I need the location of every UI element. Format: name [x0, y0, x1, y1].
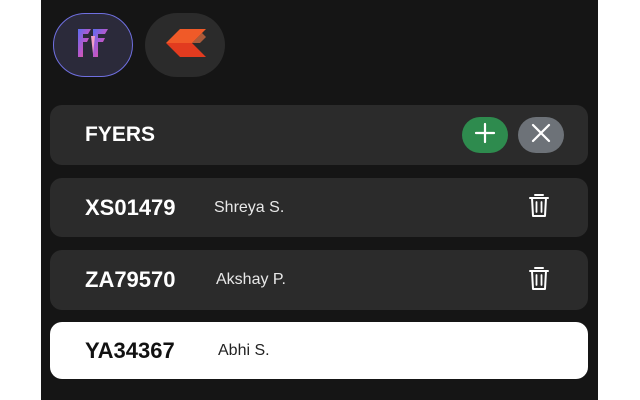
account-row-selected[interactable]: YA34367 Abhi S.: [50, 322, 588, 379]
account-id: XS01479: [85, 194, 176, 220]
kite-logo-icon: [162, 28, 208, 63]
account-id: ZA79570: [85, 267, 176, 292]
account-row[interactable]: ZA79570 Akshay P.: [50, 250, 588, 310]
add-account-button[interactable]: [462, 117, 508, 153]
plus-icon: [474, 122, 496, 149]
broker-tab-fyers[interactable]: [53, 13, 133, 77]
fyers-logo-icon: [74, 24, 112, 67]
account-holder-name: Shreya S.: [214, 198, 285, 216]
close-broker-button[interactable]: [518, 117, 564, 153]
trash-icon: [528, 192, 550, 223]
close-icon: [530, 122, 552, 149]
account-holder-name: Abhi S.: [218, 341, 270, 359]
app-screen: FYERS XS01479 Shreya S. ZA79570 Akshay P…: [41, 0, 598, 400]
broker-header-card: FYERS: [50, 105, 588, 165]
account-id: YA34367: [85, 337, 175, 363]
account-holder-name: Akshay P.: [216, 271, 286, 288]
broker-tab-kite[interactable]: [145, 13, 225, 77]
broker-title: FYERS: [85, 123, 156, 146]
delete-account-button[interactable]: [526, 194, 552, 222]
delete-account-button[interactable]: [526, 266, 552, 294]
trash-icon: [528, 265, 550, 296]
account-row[interactable]: XS01479 Shreya S.: [50, 178, 588, 237]
